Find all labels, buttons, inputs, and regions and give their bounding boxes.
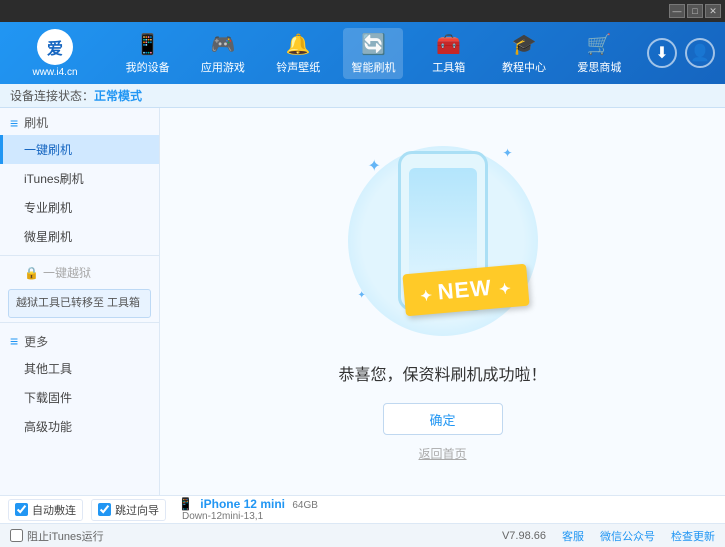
nav-bar: 📱 我的设备 🎮 应用游戏 🔔 铃声壁纸 🔄 智能刷机 🧰 工具箱 🎓 教程中心… <box>110 28 637 79</box>
sidebar-download-firmware-label: 下载固件 <box>24 391 72 405</box>
sidebar-flash-title: 刷机 <box>24 114 48 131</box>
sparkle-icon-1: ✦ <box>368 156 381 176</box>
block-itunes-checkbox[interactable] <box>10 529 23 542</box>
sidebar-onekey-label: 一键刷机 <box>24 143 72 157</box>
device-name: iPhone 12 mini <box>200 497 285 511</box>
nav-tutorial[interactable]: 🎓 教程中心 <box>494 28 554 79</box>
sidebar-other-tools-label: 其他工具 <box>24 362 72 376</box>
skip-wizard-label: 跳过向导 <box>115 502 159 518</box>
nav-tools-label: 工具箱 <box>432 59 465 75</box>
sidebar-more-title: 更多 <box>24 333 48 350</box>
minimize-btn[interactable]: — <box>669 4 685 18</box>
device-info: 📱 iPhone 12 mini 64GB Down-12mini-13,1 <box>178 497 318 522</box>
auto-connect-checkbox[interactable] <box>15 503 28 516</box>
sparkle-icon-2: ✦ <box>502 146 512 160</box>
sidebar-advanced-label: 高级功能 <box>24 420 72 434</box>
nav-tools-icon: 🧰 <box>436 32 461 57</box>
sidebar-divider-1 <box>0 255 159 256</box>
sidebar-pro-label: 专业刷机 <box>24 201 72 215</box>
nav-tools[interactable]: 🧰 工具箱 <box>419 28 479 79</box>
footer: 阻止iTunes运行 V7.98.66 客服 微信公众号 检查更新 <box>0 523 725 547</box>
sidebar-divider-2 <box>0 322 159 323</box>
back-link[interactable]: 返回首页 <box>418 445 466 462</box>
sidebar-section-jailbreak: 🔒 一键越狱 <box>0 260 159 285</box>
sidebar-more-icon: ≡ <box>10 333 18 349</box>
nav-tutorial-label: 教程中心 <box>502 59 546 75</box>
footer-right: V7.98.66 客服 微信公众号 检查更新 <box>502 528 715 544</box>
download-button[interactable]: ⬇ <box>647 38 677 68</box>
sidebar-item-onekey-flash[interactable]: 一键刷机 <box>0 135 159 164</box>
nav-apps-icon: 🎮 <box>210 32 235 57</box>
success-message: 恭喜您，保资料刷机成功啦！ <box>338 361 546 385</box>
logo-text: www.i4.cn <box>32 67 77 78</box>
logo: 爱 www.i4.cn <box>10 29 100 78</box>
support-link[interactable]: 客服 <box>562 528 584 544</box>
maximize-btn[interactable]: □ <box>687 4 703 18</box>
skip-wizard-checkbox[interactable] <box>98 503 111 516</box>
nav-flash[interactable]: 🔄 智能刷机 <box>343 28 403 79</box>
skip-wizard-area: 跳过向导 <box>91 499 166 521</box>
content-area: ✦ ✦ ✦ NEW 恭喜您，保资料刷机成功啦！ 确定 返回首页 <box>160 108 725 495</box>
sidebar-item-micro-flash[interactable]: 微星刷机 <box>0 222 159 251</box>
nav-device-icon: 📱 <box>135 32 160 57</box>
main-layout: ≡ 刷机 一键刷机 iTunes刷机 专业刷机 微星刷机 🔒 一键越狱 越狱工具… <box>0 108 725 495</box>
nav-apps-label: 应用游戏 <box>201 59 245 75</box>
status-bar: 设备连接状态： 正常模式 <box>0 84 725 108</box>
nav-shop[interactable]: 🛒 爱思商城 <box>569 28 629 79</box>
close-btn[interactable]: ✕ <box>705 4 721 18</box>
header: 爱 www.i4.cn 📱 我的设备 🎮 应用游戏 🔔 铃声壁纸 🔄 智能刷机 … <box>0 22 725 84</box>
nav-shop-label: 爱思商城 <box>577 59 621 75</box>
sidebar-section-flash: ≡ 刷机 <box>0 108 159 135</box>
header-right-buttons: ⬇ 👤 <box>647 38 715 68</box>
sidebar-jailbreak-info-text: 越狱工具已转移至 工具箱 <box>16 297 140 309</box>
sidebar-item-advanced[interactable]: 高级功能 <box>0 412 159 441</box>
user-button[interactable]: 👤 <box>685 38 715 68</box>
device-storage: 64GB <box>292 500 318 511</box>
nav-tutorial-icon: 🎓 <box>512 32 537 57</box>
nav-device-label: 我的设备 <box>126 59 170 75</box>
block-itunes-label: 阻止iTunes运行 <box>27 528 104 544</box>
nav-apps[interactable]: 🎮 应用游戏 <box>193 28 253 79</box>
status-value: 正常模式 <box>94 87 142 104</box>
logo-icon: 爱 <box>37 29 73 65</box>
sidebar-item-pro-flash[interactable]: 专业刷机 <box>0 193 159 222</box>
wechat-link[interactable]: 微信公众号 <box>600 528 655 544</box>
nav-my-device[interactable]: 📱 我的设备 <box>118 28 178 79</box>
sidebar-item-itunes-flash[interactable]: iTunes刷机 <box>0 164 159 193</box>
auto-connect-area: 自动敷连 <box>8 499 83 521</box>
status-label: 设备连接状态： <box>10 87 94 104</box>
sidebar: ≡ 刷机 一键刷机 iTunes刷机 专业刷机 微星刷机 🔒 一键越狱 越狱工具… <box>0 108 160 495</box>
device-icon: 📱 <box>178 497 193 511</box>
confirm-button[interactable]: 确定 <box>383 403 503 435</box>
sidebar-itunes-label: iTunes刷机 <box>24 172 84 186</box>
new-badge-text: NEW <box>436 275 492 305</box>
footer-left: 阻止iTunes运行 <box>10 528 104 544</box>
nav-flash-icon: 🔄 <box>361 32 386 57</box>
sidebar-micro-label: 微星刷机 <box>24 230 72 244</box>
sidebar-flash-icon: ≡ <box>10 115 18 131</box>
nav-flash-label: 智能刷机 <box>351 59 395 75</box>
sidebar-item-download-firmware[interactable]: 下载固件 <box>0 383 159 412</box>
sidebar-item-other-tools[interactable]: 其他工具 <box>0 354 159 383</box>
bottom-bar: 自动敷连 跳过向导 📱 iPhone 12 mini 64GB Down-12m… <box>0 495 725 523</box>
auto-connect-label: 自动敷连 <box>32 502 76 518</box>
nav-ringtone-icon: 🔔 <box>286 32 311 57</box>
nav-shop-icon: 🛒 <box>587 32 612 57</box>
sidebar-jailbreak-info: 越狱工具已转移至 工具箱 <box>8 289 151 318</box>
update-link[interactable]: 检查更新 <box>671 528 715 544</box>
sparkle-icon-3: ✦ <box>358 290 366 301</box>
title-bar: — □ ✕ <box>0 0 725 22</box>
success-illustration: ✦ ✦ ✦ NEW <box>343 141 543 341</box>
lock-icon: 🔒 <box>24 266 39 280</box>
nav-ringtone-label: 铃声壁纸 <box>276 59 320 75</box>
nav-ringtone[interactable]: 🔔 铃声壁纸 <box>268 28 328 79</box>
device-firmware: Down-12mini-13,1 <box>182 511 318 522</box>
sidebar-jailbreak-title: 一键越狱 <box>43 264 91 281</box>
version-label: V7.98.66 <box>502 530 546 542</box>
sidebar-section-more: ≡ 更多 <box>0 327 159 354</box>
